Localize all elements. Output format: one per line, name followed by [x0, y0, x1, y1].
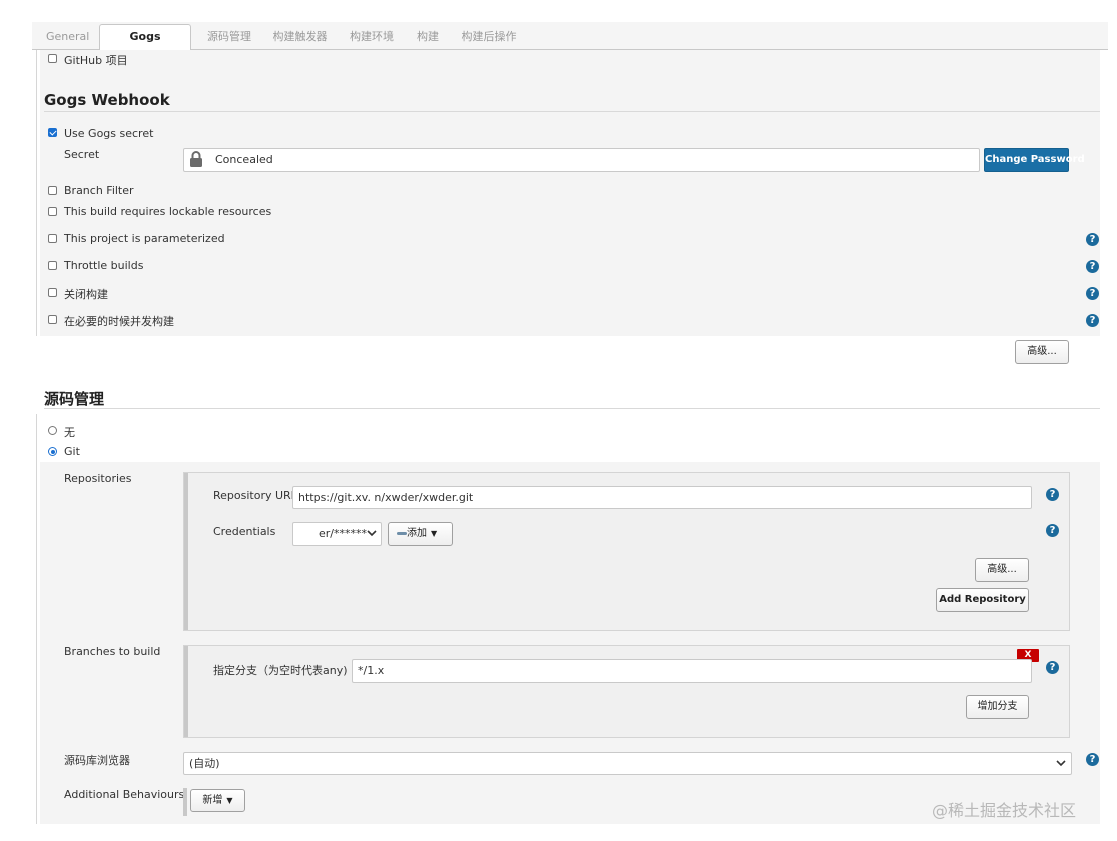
parameterized-label: This project is parameterized [64, 232, 225, 245]
add-behaviour-button[interactable]: 新增 ▼ [190, 789, 245, 812]
behaviours-bar [183, 788, 187, 816]
gogs-webhook-title: Gogs Webhook [44, 91, 170, 109]
additional-behaviours-label: Additional Behaviours [64, 788, 185, 801]
repository-advanced-button[interactable]: 高级... [975, 558, 1029, 582]
help-concurrent-icon[interactable]: ? [1086, 314, 1099, 327]
tab-build-environment[interactable]: 构建环境 [349, 28, 395, 50]
key-icon [397, 531, 407, 535]
gogs-webhook-rule [44, 111, 1100, 112]
tab-build[interactable]: 构建 [416, 28, 440, 50]
branches-label: Branches to build [64, 645, 161, 658]
repository-browser-select[interactable]: (自动) [183, 752, 1072, 775]
help-credentials-icon[interactable]: ? [1046, 524, 1059, 537]
help-repository-url-icon[interactable]: ? [1046, 488, 1059, 501]
scm-none-radio[interactable] [48, 426, 57, 435]
credentials-label: Credentials [213, 525, 276, 538]
repository-url-label: Repository URL [213, 489, 297, 502]
throttle-builds-label: Throttle builds [64, 259, 144, 272]
scm-title: 源码管理 [44, 390, 105, 408]
secret-field[interactable]: Concealed [183, 148, 980, 172]
left-border-scm [36, 414, 37, 824]
concurrent-build-checkbox[interactable] [48, 315, 57, 324]
help-disable-icon[interactable]: ? [1086, 287, 1099, 300]
repositories-label: Repositories [64, 472, 132, 485]
tab-bar: General Gogs Webhook 源码管理 构建触发器 构建环境 构建 … [32, 22, 1108, 67]
concurrent-build-label: 在必要的时候并发构建 [64, 315, 174, 328]
add-credentials-button[interactable]: 添加 ▼ [388, 522, 453, 546]
tab-build-triggers[interactable]: 构建触发器 [272, 28, 328, 50]
tab-post-build[interactable]: 构建后操作 [461, 28, 517, 50]
parameterized-checkbox[interactable] [48, 234, 57, 243]
watermark: @稀土掘金技术社区 [932, 801, 1077, 820]
help-branch-icon[interactable]: ? [1046, 661, 1059, 674]
use-gogs-secret-label: Use Gogs secret [64, 127, 154, 140]
tab-scm[interactable]: 源码管理 [206, 28, 252, 50]
add-behaviour-label: 新增 [202, 795, 223, 806]
repository-browser-label: 源码库浏览器 [64, 754, 130, 767]
change-password-button[interactable]: Change Password [984, 148, 1085, 172]
scm-git-label: Git [64, 445, 80, 458]
branch-filter-checkbox[interactable] [48, 186, 57, 195]
help-throttle-icon[interactable]: ? [1086, 260, 1099, 273]
lock-icon [190, 151, 202, 167]
branch-filter-label: Branch Filter [64, 184, 134, 197]
secret-label: Secret [64, 148, 100, 161]
github-project-row [40, 50, 1100, 70]
disable-build-label: 关闭构建 [64, 288, 108, 301]
scm-none-label: 无 [64, 426, 75, 439]
help-browser-icon[interactable]: ? [1086, 753, 1099, 766]
add-repository-button[interactable]: Add Repository [936, 588, 1029, 612]
github-project-checkbox[interactable] [48, 54, 57, 63]
disable-build-checkbox[interactable] [48, 288, 57, 297]
secret-value: Concealed [215, 153, 273, 166]
branch-specifier-label: 指定分支（为空时代表any) [213, 664, 348, 677]
use-gogs-secret-checkbox[interactable] [48, 128, 57, 137]
credentials-value: er/****** [319, 527, 367, 540]
lockable-resources-label: This build requires lockable resources [64, 205, 272, 218]
github-project-label: GitHub 项目 [64, 54, 128, 67]
throttle-builds-checkbox[interactable] [48, 261, 57, 270]
tab-gogs-webhook[interactable]: Gogs Webhook [99, 24, 191, 67]
scm-git-radio[interactable] [48, 447, 57, 456]
add-branch-button[interactable]: 增加分支 [966, 695, 1029, 719]
chevron-down-icon [367, 530, 377, 537]
help-parameterized-icon[interactable]: ? [1086, 233, 1099, 246]
branch-specifier-input[interactable]: */1.x [352, 659, 1032, 683]
scm-rule [44, 408, 1100, 409]
browser-chevron-down-icon [1056, 760, 1066, 767]
left-border [36, 50, 37, 336]
caret-down-icon: ▼ [431, 529, 438, 538]
add-credentials-label: 添加 [407, 528, 427, 539]
general-advanced-button[interactable]: 高级... [1015, 340, 1069, 364]
caret-down-icon: ▼ [226, 796, 233, 805]
tab-general[interactable]: General [46, 28, 89, 50]
repository-url-input[interactable]: https://git.xv. n/xwder/xwder.git [292, 486, 1032, 509]
lockable-resources-checkbox[interactable] [48, 207, 57, 216]
